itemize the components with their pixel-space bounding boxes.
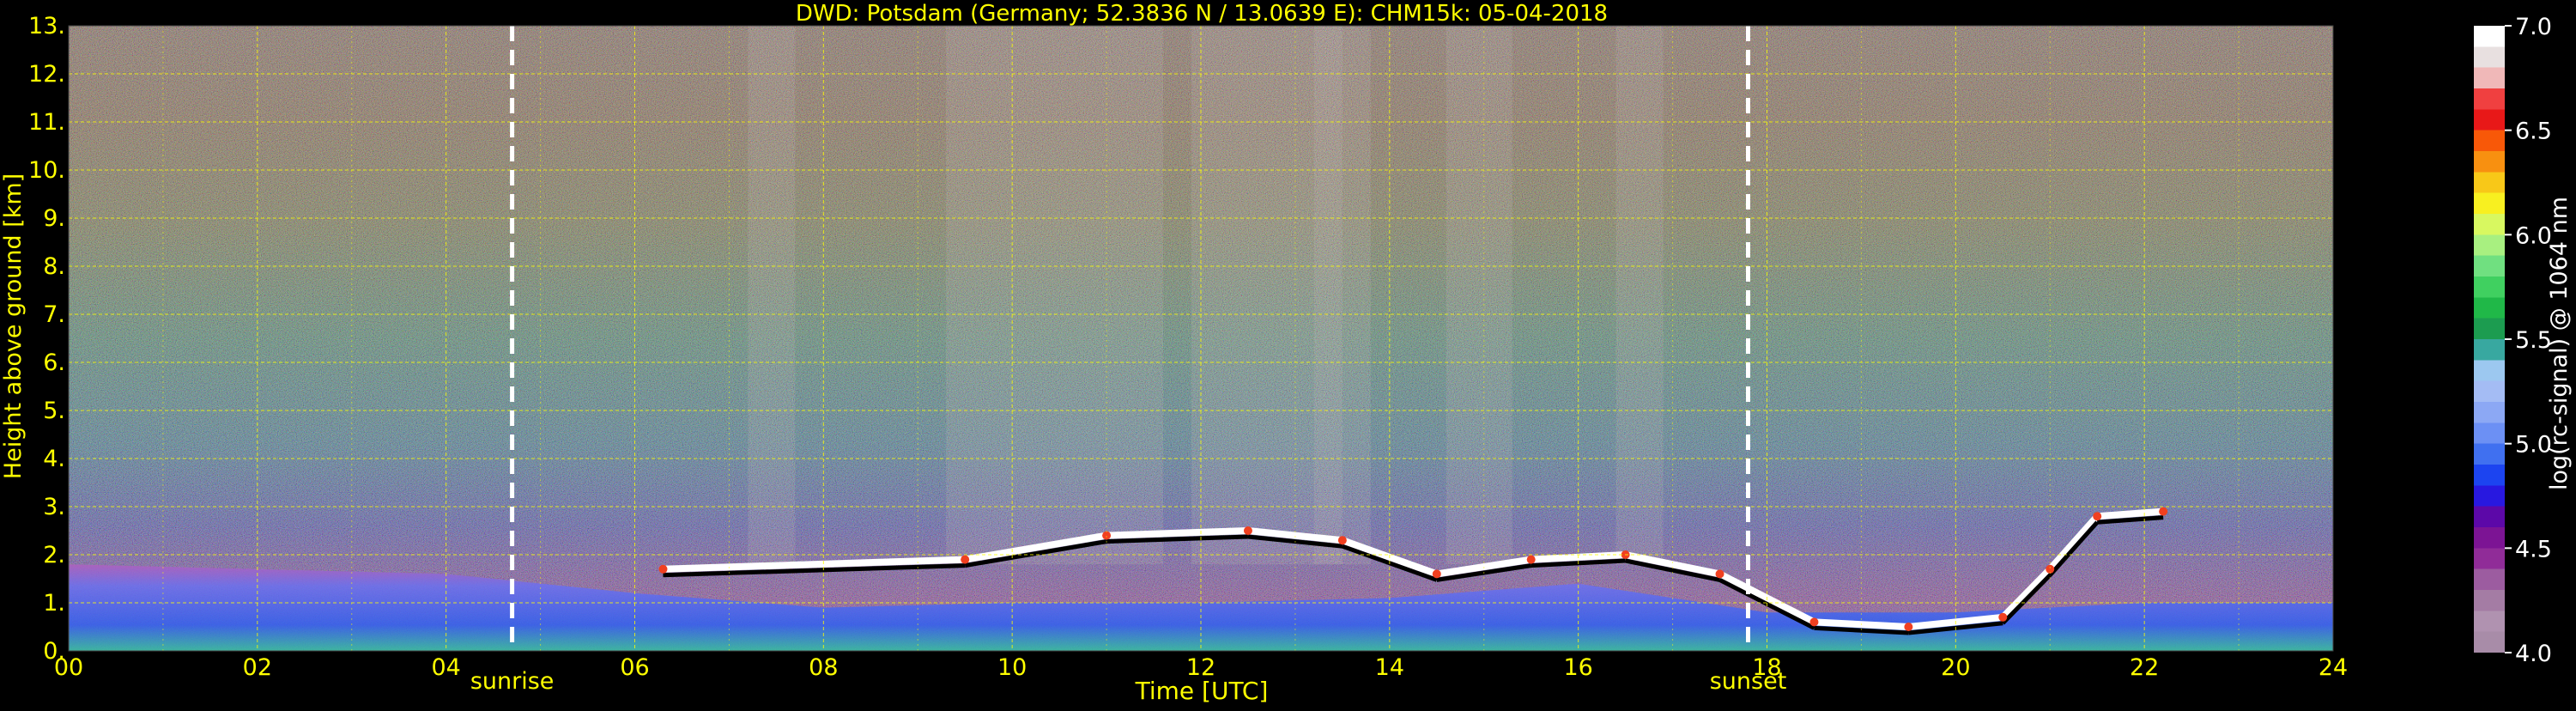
y-tick-label: 6. bbox=[43, 349, 65, 376]
colorbar-ticks: 4.04.55.05.56.06.57.0 bbox=[2505, 14, 2552, 667]
colorbar-tick-label: 4.5 bbox=[2515, 536, 2552, 562]
y-tick-label: 13. bbox=[28, 13, 65, 40]
cloud-base-segment bbox=[1106, 527, 1249, 539]
y-tick-label: 3. bbox=[43, 494, 65, 520]
y-tick-label: 7. bbox=[43, 301, 65, 328]
cloud-base-point bbox=[2093, 512, 2102, 521]
y-tick-label: 4. bbox=[43, 446, 65, 472]
y-tick-label: 8. bbox=[43, 253, 65, 280]
y-tick-label: 9. bbox=[43, 205, 65, 232]
colorbar-bar bbox=[2474, 26, 2505, 653]
colorbar-tick-label: 6.5 bbox=[2515, 118, 2552, 145]
y-tick-label: 5. bbox=[43, 398, 65, 424]
y-tick-label: 10. bbox=[28, 157, 65, 184]
y-tick-label: 11. bbox=[28, 109, 65, 136]
y-tick-label: 12. bbox=[28, 61, 65, 88]
cloud-base-point bbox=[1715, 569, 1724, 579]
x-axis-label: Time [UTC] bbox=[1135, 677, 1269, 705]
plot-area bbox=[68, 25, 2334, 652]
sunset-label: sunset bbox=[1710, 668, 1787, 695]
cloud-base-point bbox=[658, 564, 668, 574]
x-tick-label: 16 bbox=[1563, 654, 1592, 681]
x-tick-label: 04 bbox=[431, 654, 460, 681]
cloud-base-point bbox=[1526, 555, 1536, 564]
ceilometer-chart: 00 02 04 06 08 10 12 14 16 18 20 22 24 0.1.2.3.4.5.6… bbox=[0, 1, 2573, 705]
colorbar-tick-label: 4.0 bbox=[2515, 641, 2552, 667]
cloud-base-point bbox=[1243, 526, 1252, 535]
y-tick-label: 2. bbox=[43, 542, 65, 568]
y-tick-label: 0. bbox=[43, 638, 65, 665]
colorbar: 4.04.55.05.56.06.57.0 log(rc-signal) @ 1… bbox=[2474, 14, 2573, 667]
ceilometer-plot-stage: 00 02 04 06 08 10 12 14 16 18 20 22 24 0. 1. 2. 3. 4. 5. 6… bbox=[0, 0, 2576, 708]
cloud-base-point bbox=[1809, 617, 1819, 627]
colorbar-tick-label: 7.0 bbox=[2515, 14, 2552, 40]
y-tick-label: 1. bbox=[43, 590, 65, 617]
cloud-base-point bbox=[961, 555, 970, 564]
cloud-base-point bbox=[1337, 536, 1347, 545]
sunrise-label: sunrise bbox=[470, 668, 555, 695]
cloud-base-segment bbox=[2096, 507, 2164, 520]
x-tick-label: 20 bbox=[1941, 654, 1970, 681]
y-axis-ticks: 0. 1. 2. 3. 4. 5. 6. 7. 8. 9. 10. 11. 12. 13. bbox=[28, 13, 65, 665]
x-tick-label: 08 bbox=[809, 654, 838, 681]
x-tick-label: 22 bbox=[2130, 654, 2159, 681]
colorbar-label: log(rc-signal) @ 1064 nm bbox=[2546, 197, 2573, 490]
x-tick-label: 10 bbox=[997, 654, 1027, 681]
cloud-base-point bbox=[1904, 623, 1913, 631]
chart-title: DWD: Potsdam (Germany; 52.3836 N / 13.06… bbox=[796, 1, 1608, 27]
y-axis-label: Height above ground [km] bbox=[0, 173, 27, 479]
cloud-base-point bbox=[1102, 531, 1112, 540]
cloud-base-point bbox=[2159, 507, 2168, 516]
x-tick-label: 14 bbox=[1375, 654, 1404, 681]
cloud-base-point bbox=[1432, 569, 1441, 579]
x-tick-label: 24 bbox=[2318, 654, 2348, 681]
x-tick-label: 02 bbox=[243, 654, 272, 681]
cloud-base-point bbox=[1998, 612, 2008, 622]
x-tick-label: 06 bbox=[620, 654, 649, 681]
